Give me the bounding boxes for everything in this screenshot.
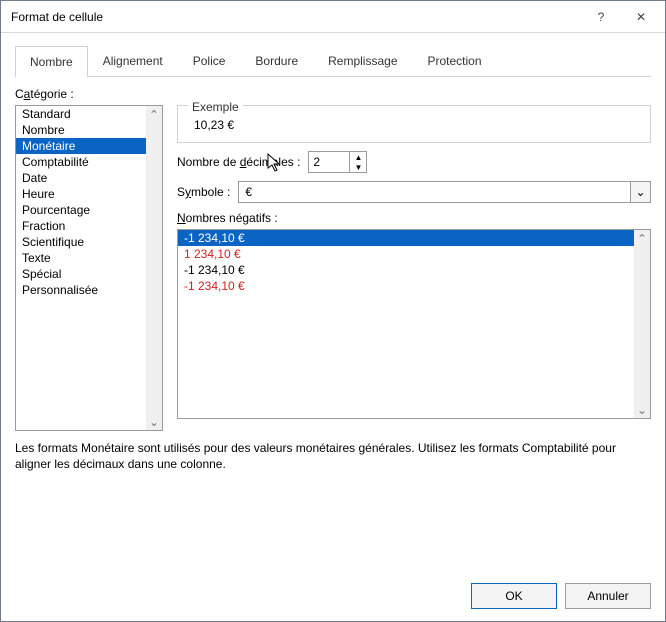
negative-scrollbar[interactable]: ⌄ ⌄: [634, 230, 650, 418]
cancel-button[interactable]: Annuler: [565, 583, 651, 609]
spinner-down-icon[interactable]: ▼: [350, 162, 366, 172]
description-text: Les formats Monétaire sont utilisés pour…: [15, 441, 651, 472]
symbol-dropdown-button[interactable]: ⌄: [630, 182, 650, 202]
category-item[interactable]: Comptabilité: [16, 154, 146, 170]
category-item[interactable]: Pourcentage: [16, 202, 146, 218]
symbol-row: Symbole : € ⌄: [177, 181, 651, 203]
chevron-up-icon[interactable]: ⌄: [146, 106, 162, 122]
example-fieldset: Exemple 10,23 €: [177, 105, 651, 143]
tab-page-number: Catégorie : StandardNombreMonétaireCompt…: [15, 77, 651, 472]
negative-label: Nombres négatifs :: [177, 211, 651, 225]
tab-police[interactable]: Police: [178, 45, 241, 76]
titlebar: Format de cellule ? ✕: [1, 1, 665, 33]
decimals-label: Nombre de décimales :: [177, 155, 300, 169]
category-item[interactable]: Fraction: [16, 218, 146, 234]
category-item[interactable]: Monétaire: [16, 138, 146, 154]
decimals-input[interactable]: [309, 152, 349, 172]
settings-column: Exemple 10,23 € Nombre de décimales : ▲ …: [177, 105, 651, 431]
negative-item[interactable]: -1 234,10 €: [178, 262, 634, 278]
category-item[interactable]: Texte: [16, 250, 146, 266]
symbol-value: €: [239, 185, 630, 199]
chevron-down-icon[interactable]: ⌄: [146, 414, 162, 430]
category-item[interactable]: Nombre: [16, 122, 146, 138]
category-item[interactable]: Spécial: [16, 266, 146, 282]
content-row: StandardNombreMonétaireComptabilitéDateH…: [15, 105, 651, 431]
negative-item[interactable]: 1 234,10 €: [178, 246, 634, 262]
close-button[interactable]: ✕: [621, 2, 661, 32]
category-items: StandardNombreMonétaireComptabilitéDateH…: [16, 106, 146, 430]
tab-bordure[interactable]: Bordure: [240, 45, 313, 76]
chevron-down-icon: ⌄: [635, 185, 645, 199]
tab-alignement[interactable]: Alignement: [88, 45, 178, 76]
category-item[interactable]: Scientifique: [16, 234, 146, 250]
category-column: StandardNombreMonétaireComptabilitéDateH…: [15, 105, 163, 431]
negative-items: -1 234,10 €1 234,10 €-1 234,10 €-1 234,1…: [178, 230, 634, 418]
dialog-title: Format de cellule: [11, 10, 581, 24]
tab-protection[interactable]: Protection: [413, 45, 497, 76]
chevron-down-icon[interactable]: ⌄: [634, 402, 650, 418]
negative-item[interactable]: -1 234,10 €: [178, 278, 634, 294]
symbol-label: Symbole :: [177, 185, 230, 199]
decimals-row: Nombre de décimales : ▲ ▼: [177, 151, 651, 173]
close-icon: ✕: [636, 10, 646, 24]
ok-button[interactable]: OK: [471, 583, 557, 609]
category-item[interactable]: Personnalisée: [16, 282, 146, 298]
dialog-body: NombreAlignementPoliceBordureRemplissage…: [1, 33, 665, 571]
negative-listbox[interactable]: -1 234,10 €1 234,10 €-1 234,10 €-1 234,1…: [177, 229, 651, 419]
decimals-spinner[interactable]: ▲ ▼: [308, 151, 367, 173]
tab-remplissage[interactable]: Remplissage: [313, 45, 412, 76]
spinner-up-icon[interactable]: ▲: [350, 152, 366, 162]
chevron-up-icon[interactable]: ⌄: [634, 230, 650, 246]
category-scrollbar[interactable]: ⌄ ⌄: [146, 106, 162, 430]
format-cells-dialog: Format de cellule ? ✕ NombreAlignementPo…: [0, 0, 666, 622]
category-item[interactable]: Standard: [16, 106, 146, 122]
negative-item[interactable]: -1 234,10 €: [178, 230, 634, 246]
help-button[interactable]: ?: [581, 2, 621, 32]
symbol-select[interactable]: € ⌄: [238, 181, 651, 203]
category-label: Catégorie :: [15, 87, 651, 101]
help-icon: ?: [598, 10, 605, 24]
tab-nombre[interactable]: Nombre: [15, 46, 88, 77]
tabs: NombreAlignementPoliceBordureRemplissage…: [15, 45, 651, 77]
category-listbox[interactable]: StandardNombreMonétaireComptabilitéDateH…: [15, 105, 163, 431]
category-item[interactable]: Date: [16, 170, 146, 186]
example-label: Exemple: [188, 100, 243, 114]
dialog-footer: OK Annuler: [1, 571, 665, 621]
example-value: 10,23 €: [188, 118, 640, 132]
category-item[interactable]: Heure: [16, 186, 146, 202]
